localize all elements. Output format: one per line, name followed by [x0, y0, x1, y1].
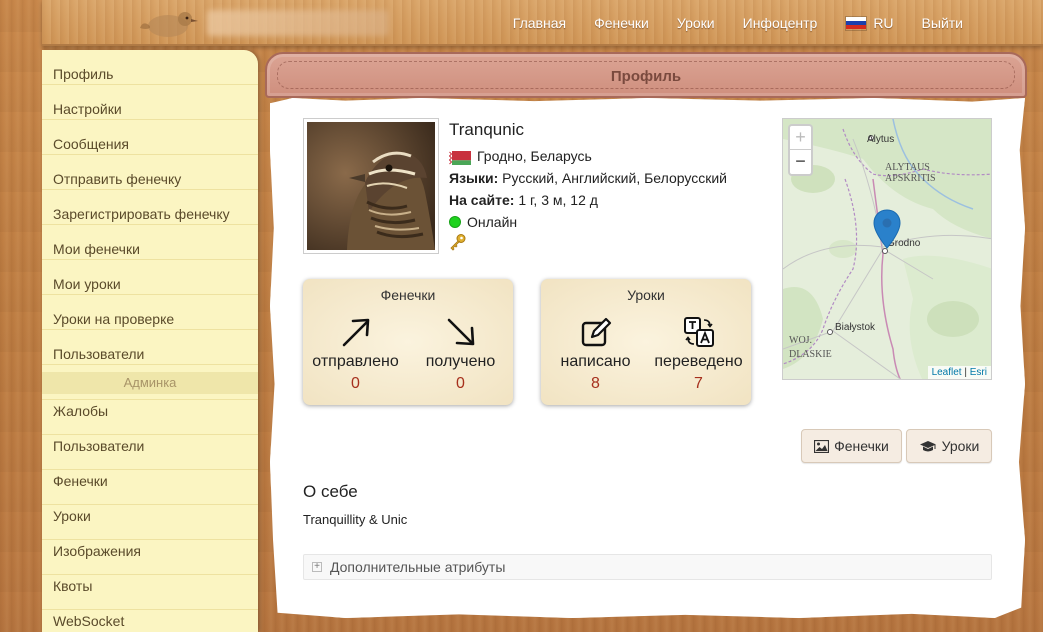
username: Tranqunic	[449, 120, 524, 139]
top-navbar: Главная Фенечки Уроки Инфоцентр RU Выйти	[42, 0, 1043, 46]
sidebar-item-images[interactable]: Изображения	[42, 534, 258, 569]
panel-header: Профиль	[265, 52, 1027, 98]
expand-plus-icon: +	[312, 562, 322, 572]
quail-avatar-image	[307, 122, 435, 250]
translated-count[interactable]: 7	[646, 375, 751, 393]
written-count[interactable]: 8	[543, 375, 648, 393]
translate-icon	[683, 317, 714, 347]
languages-value: Русский, Английский, Белорусский	[502, 170, 727, 186]
zoom-in-button[interactable]: +	[790, 126, 811, 150]
nav-lessons[interactable]: Уроки	[677, 15, 715, 31]
map-label-alytus: Alytus	[867, 134, 894, 145]
location-map[interactable]: Alytus ALYTAUS APSKRITIS Grodno Białysto…	[782, 118, 992, 380]
map-tiles: Alytus ALYTAUS APSKRITIS Grodno Białysto…	[783, 119, 991, 379]
sidebar-item-register-fenechka[interactable]: Зарегистрировать фенечку	[42, 197, 258, 232]
sidebar: Профиль Настройки Сообщения Отправить фе…	[42, 50, 258, 632]
online-status-icon	[449, 216, 461, 228]
sidebar-item-messages[interactable]: Сообщения	[42, 127, 258, 162]
site-logo-text[interactable]	[207, 10, 389, 36]
map-attribution: Leaflet | Esri	[927, 366, 991, 379]
lessons-card-title: Уроки	[627, 287, 665, 303]
sidebar-item-my-fenechki[interactable]: Мои фенечки	[42, 232, 258, 267]
logo-bird-icon[interactable]	[138, 6, 200, 42]
map-label-bialystok: Białystok	[835, 322, 876, 333]
user-info: Tranqunic Гродно, Беларусь Языки: Русски…	[448, 120, 727, 251]
lessons-button-label: Уроки	[941, 438, 980, 454]
language-label: RU	[873, 15, 894, 31]
sidebar-item-quotas[interactable]: Квоты	[42, 569, 258, 604]
key-icon	[450, 234, 466, 251]
sidebar-item-lessons-review[interactable]: Уроки на проверке	[42, 302, 258, 337]
written-label: написано	[560, 353, 631, 370]
status-line: Онлайн	[449, 211, 727, 233]
onsite-line: На сайте: 1 г, 3 м, 12 д	[449, 189, 727, 211]
about-title: О себе	[303, 482, 358, 501]
location: Гродно, Беларусь	[477, 148, 592, 164]
sidebar-item-admin-users[interactable]: Пользователи	[42, 429, 258, 464]
main-nav: Главная Фенечки Уроки Инфоцентр RU Выйти	[485, 0, 963, 46]
fenechki-stats-card: Фенечки отправлено 0 получено 0	[303, 279, 513, 405]
edit-icon	[581, 317, 611, 347]
zoom-out-button[interactable]: −	[790, 150, 811, 174]
graduation-cap-icon	[919, 440, 936, 451]
received-stat: получено 0	[408, 315, 513, 393]
languages-label: Языки:	[449, 170, 499, 186]
location-line: Гродно, Беларусь	[448, 145, 727, 167]
attribution-separator: |	[964, 367, 967, 378]
sidebar-item-my-lessons[interactable]: Мои уроки	[42, 267, 258, 302]
russia-flag-icon	[845, 15, 868, 31]
additional-attributes-label: Дополнительные атрибуты	[330, 559, 506, 575]
fenechki-card-title: Фенечки	[380, 287, 436, 303]
lessons-stats-card: Уроки написано 8 переведено 7	[541, 279, 751, 405]
translated-label: переведено	[654, 353, 743, 370]
sidebar-item-send-fenechka[interactable]: Отправить фенечку	[42, 162, 258, 197]
sidebar-item-websocket[interactable]: WebSocket	[42, 604, 258, 632]
additional-attributes-toggle[interactable]: + Дополнительные атрибуты	[303, 554, 992, 580]
sidebar-section-admin: Админка	[42, 372, 258, 394]
nav-language[interactable]: RU	[845, 15, 894, 31]
map-zoom-control: + −	[788, 124, 813, 176]
received-count[interactable]: 0	[408, 375, 513, 393]
arrow-down-right-icon	[447, 318, 474, 346]
map-label-apskritis: APSKRITIS	[885, 173, 936, 184]
map-label-woj: WOJ.	[789, 335, 812, 346]
belarus-flag-icon	[448, 149, 471, 165]
sent-label: отправлено	[312, 353, 399, 370]
written-stat: написано 8	[543, 315, 648, 393]
esri-link[interactable]: Esri	[970, 367, 987, 378]
languages-line: Языки: Русский, Английский, Белорусский	[449, 167, 727, 189]
avatar	[303, 118, 439, 254]
sidebar-item-profile[interactable]: Профиль	[42, 57, 258, 92]
map-label-alytaus: ALYTAUS	[885, 162, 930, 173]
map-label-dlaskie: DLASKIE	[789, 349, 832, 360]
nav-home[interactable]: Главная	[513, 15, 566, 31]
sidebar-item-admin-fenechki[interactable]: Фенечки	[42, 464, 258, 499]
translated-stat: переведено 7	[646, 315, 751, 393]
image-icon	[814, 439, 830, 453]
sidebar-item-settings[interactable]: Настройки	[42, 92, 258, 127]
fenechki-button-label: Фенечки	[834, 438, 889, 454]
lessons-button[interactable]: Уроки	[906, 429, 992, 463]
sent-count[interactable]: 0	[303, 375, 408, 393]
sidebar-item-admin-lessons[interactable]: Уроки	[42, 499, 258, 534]
leaflet-link[interactable]: Leaflet	[932, 367, 962, 378]
page-title: Профиль	[610, 68, 682, 85]
sidebar-item-users[interactable]: Пользователи	[42, 337, 258, 372]
nav-fenechki[interactable]: Фенечки	[594, 15, 649, 31]
received-label: получено	[425, 353, 496, 370]
arrow-up-right-icon	[342, 318, 369, 347]
about-text: Tranquillity & Unic	[303, 512, 408, 527]
status-text: Онлайн	[467, 214, 518, 230]
onsite-value: 1 г, 3 м, 12 д	[518, 192, 598, 208]
key-line	[449, 233, 727, 251]
onsite-label: На сайте:	[449, 192, 515, 208]
sidebar-item-complaints[interactable]: Жалобы	[42, 394, 258, 429]
nav-infocenter[interactable]: Инфоцентр	[743, 15, 818, 31]
nav-logout[interactable]: Выйти	[922, 15, 963, 31]
fenechki-gallery-button[interactable]: Фенечки	[801, 429, 902, 463]
sent-stat: отправлено 0	[303, 315, 408, 393]
